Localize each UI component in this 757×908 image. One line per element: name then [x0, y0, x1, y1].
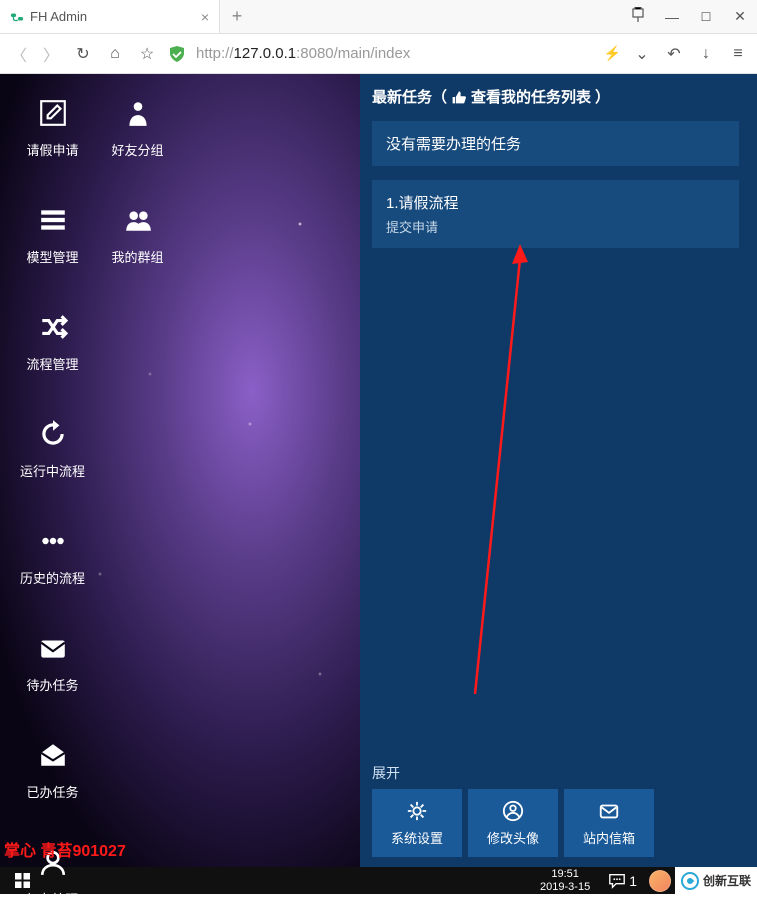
sidebar-item[interactable]: 我的群组 [95, 201, 180, 266]
list-icon [10, 201, 95, 239]
sidebar-item-label: 已办任务 [10, 782, 95, 801]
quick-button[interactable]: 系统设置 [372, 789, 462, 857]
taskbar-brand[interactable]: 创新互联 [675, 867, 757, 894]
annotation-arrow-icon [460, 244, 540, 704]
url-field[interactable]: http://127.0.0.1:8080/main/index [196, 45, 594, 62]
tab-favicon-icon [10, 10, 24, 24]
sidebar-item-label: 流程管理 [10, 354, 95, 373]
task-item-title: 1.请假流程 [386, 192, 725, 213]
url-host: 127.0.0.1 [234, 45, 297, 62]
right-panel: 最新任务（ 查看我的任务列表 ） 没有需要办理的任务 1.请假流程 提交申请 展… [360, 74, 757, 867]
tasks-header-link[interactable]: 查看我的任务列表 [471, 86, 591, 107]
nav-home-icon[interactable]: ⌂ [104, 45, 126, 63]
quick-button-label: 系统设置 [391, 828, 443, 847]
url-path: /main/index [334, 45, 411, 62]
speed-dropdown-icon[interactable]: ⌄ [631, 44, 653, 64]
task-empty-notice[interactable]: 没有需要办理的任务 [372, 121, 739, 166]
edit-icon [10, 94, 95, 132]
chat-bubble-icon [608, 872, 626, 890]
sidebar-item-label: 历史的流程 [10, 568, 95, 587]
dots-icon [10, 522, 95, 560]
address-bar: 〈 〉 ↻ ⌂ ☆ http://127.0.0.1:8080/main/ind… [0, 34, 757, 74]
nav-reload-icon[interactable]: ↻ [72, 44, 94, 64]
refresh-icon [10, 415, 95, 453]
bottom-section: 展开 系统设置 修改头像 站内信箱 [372, 763, 739, 857]
sidebar-item[interactable]: 请假申请 [10, 94, 95, 159]
brand-logo-icon [681, 872, 699, 890]
sidebar-item[interactable]: 好友分组 [95, 94, 180, 159]
thumb-up-icon [451, 89, 467, 105]
sidebar: 请假申请好友分组模型管理我的群组流程管理运行中流程历史的流程待办任务已办任务好友… [0, 74, 360, 867]
clock-date: 2019-3-15 [540, 881, 590, 893]
nav-back-icon[interactable]: 〈 [8, 42, 30, 66]
tab-title: FH Admin [30, 9, 195, 24]
tabs: FH Admin × + [0, 0, 621, 33]
content: 请假申请好友分组模型管理我的群组流程管理运行中流程历史的流程待办任务已办任务好友… [0, 74, 757, 867]
sidebar-item-label: 好友分组 [95, 140, 180, 159]
sidebar-item[interactable]: 待办任务 [10, 629, 95, 694]
sidebar-item[interactable]: 模型管理 [10, 201, 95, 266]
chat-count: 1 [629, 873, 637, 889]
taskbar-clock[interactable]: 19:51 2019-3-15 [530, 868, 600, 892]
mailopen-icon [10, 736, 95, 774]
sidebar-item-label: 我的群组 [95, 247, 180, 266]
tab-close-icon[interactable]: × [201, 9, 209, 25]
window-controls: — ☐ ✕ [621, 0, 757, 33]
sidebar-item[interactable]: 运行中流程 [10, 415, 95, 480]
task-item[interactable]: 1.请假流程 提交申请 [372, 180, 739, 248]
clock-time: 19:51 [540, 868, 590, 880]
window-pin-icon[interactable] [621, 7, 655, 26]
tasks-header: 最新任务（ 查看我的任务列表 ） [372, 86, 739, 107]
sidebar-item-label: 模型管理 [10, 247, 95, 266]
shuffle-icon [10, 308, 95, 346]
security-shield-icon [168, 45, 186, 63]
taskbar-chat[interactable]: 1 [600, 872, 645, 890]
hamburger-menu-icon[interactable]: ≡ [727, 45, 749, 63]
usercircle-icon [502, 800, 524, 822]
sidebar-item-label: 请假申请 [10, 140, 95, 159]
sidebar-item[interactable]: 已办任务 [10, 736, 95, 801]
speed-mode-icon[interactable]: ⚡ [604, 45, 621, 62]
mail-icon [10, 629, 95, 667]
task-item-sub: 提交申请 [386, 217, 725, 236]
tasks-header-post: ） [595, 86, 610, 107]
window-maximize-icon[interactable]: ☐ [689, 10, 723, 24]
window-close-icon[interactable]: ✕ [723, 8, 757, 25]
brand-text: 创新互联 [703, 872, 751, 889]
expand-toggle[interactable]: 展开 [372, 763, 739, 783]
envelope-icon [598, 800, 620, 822]
sidebar-item[interactable]: 流程管理 [10, 308, 95, 373]
browser-tab[interactable]: FH Admin × [0, 0, 220, 33]
group-icon [95, 201, 180, 239]
url-scheme: http:// [196, 45, 234, 62]
undo-icon[interactable]: ↶ [663, 44, 685, 64]
download-icon[interactable]: ↓ [695, 45, 717, 63]
nav-forward-icon: 〉 [40, 42, 62, 66]
nav-favorite-icon[interactable]: ☆ [136, 44, 158, 64]
sidebar-item-label: 好友管理 [10, 889, 95, 908]
gear-icon [406, 800, 428, 822]
watermark-text: 掌心 青苔901027 [4, 837, 126, 861]
taskbar-avatar[interactable] [649, 870, 671, 892]
quick-button-label: 修改头像 [487, 828, 539, 847]
quick-buttons-row: 系统设置 修改头像 站内信箱 [372, 789, 739, 857]
url-port: :8080 [296, 45, 334, 62]
tasks-header-pre: 最新任务（ [372, 86, 447, 107]
titlebar: FH Admin × + — ☐ ✕ [0, 0, 757, 34]
sidebar-item[interactable]: 历史的流程 [10, 522, 95, 587]
person-icon [95, 94, 180, 132]
quick-button-label: 站内信箱 [583, 828, 635, 847]
quick-button[interactable]: 站内信箱 [564, 789, 654, 857]
sidebar-item-label: 待办任务 [10, 675, 95, 694]
new-tab-button[interactable]: + [220, 0, 254, 33]
window-minimize-icon[interactable]: — [655, 9, 689, 25]
task-empty-text: 没有需要办理的任务 [386, 133, 725, 154]
sidebar-item-label: 运行中流程 [10, 461, 95, 480]
quick-button[interactable]: 修改头像 [468, 789, 558, 857]
